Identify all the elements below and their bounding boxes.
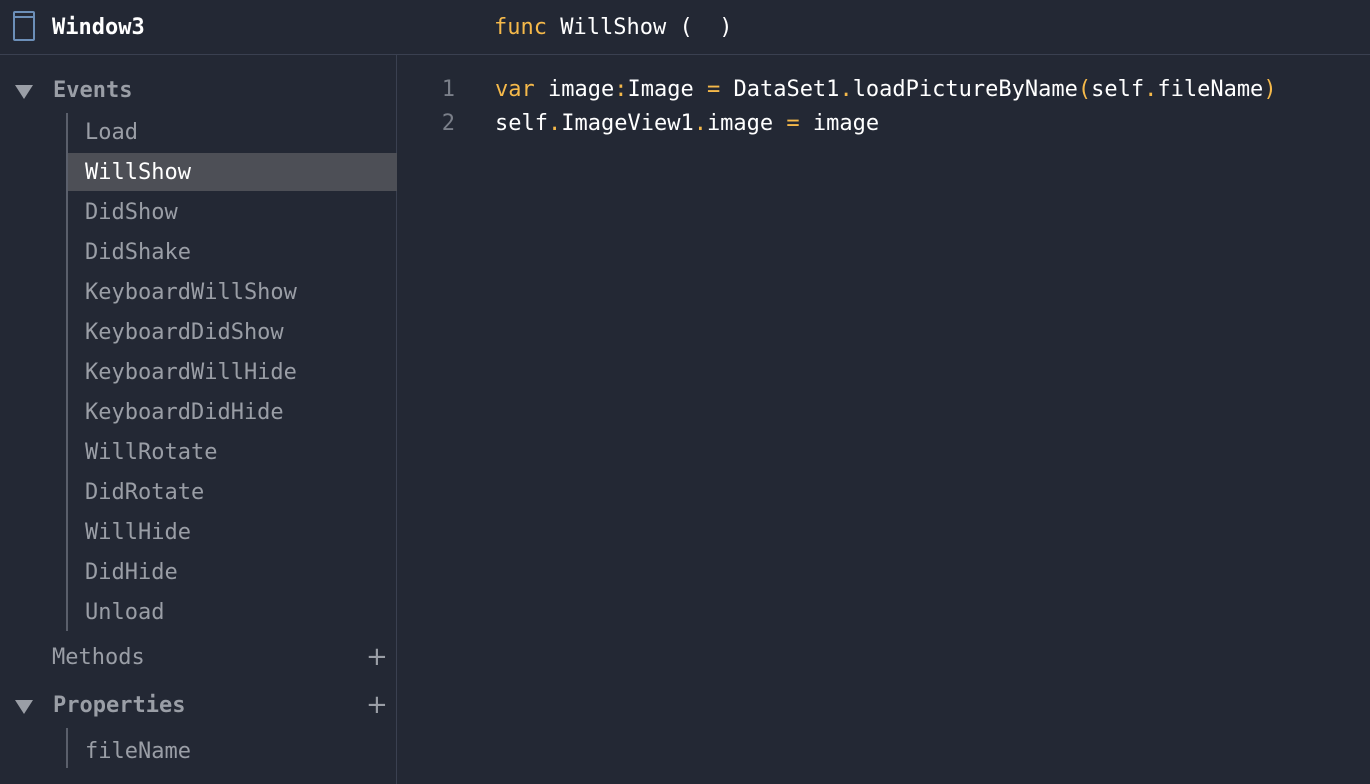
code-token: image (706, 111, 787, 136)
event-item-label: KeyboardWillHide (85, 360, 297, 385)
code-token: . (693, 111, 707, 136)
code-token: : (614, 77, 628, 102)
event-item[interactable]: DidShow (68, 193, 397, 231)
code-text: var image:Image = DataSet1.loadPictureBy… (495, 73, 1277, 107)
code-token: image (534, 77, 615, 102)
func-name: WillShow (560, 15, 667, 40)
code-token: self (495, 111, 548, 136)
event-item[interactable]: DidHide (68, 553, 397, 591)
properties-section-label: Properties (53, 693, 186, 718)
code-token: Image (627, 77, 707, 102)
event-item-label: Load (85, 120, 138, 145)
code-token: = (786, 111, 800, 136)
event-item[interactable]: Unload (68, 593, 397, 631)
event-item-label: DidShake (85, 240, 191, 265)
editor-header: Window3 func WillShow ( ) (0, 0, 1370, 55)
event-item[interactable]: DidRotate (68, 473, 397, 511)
event-item[interactable]: KeyboardWillShow (68, 273, 397, 311)
func-open-paren: ( (679, 15, 693, 40)
event-item[interactable]: DidShake (68, 233, 397, 271)
code-line[interactable]: 2 self.ImageView1.image = image (397, 107, 1370, 141)
event-item[interactable]: Load (68, 113, 397, 151)
property-item-label: fileName (85, 739, 191, 764)
code-token: . (547, 111, 562, 136)
properties-section-header[interactable]: Properties + (0, 688, 397, 724)
code-text: self.ImageView1.image = image (495, 107, 879, 141)
event-item[interactable]: KeyboardDidShow (68, 313, 397, 351)
add-method-plus-icon[interactable]: + (366, 640, 388, 674)
func-close-paren: ) (719, 15, 733, 40)
methods-section-label: Methods (52, 645, 145, 670)
event-item-label: DidShow (85, 200, 178, 225)
event-item[interactable]: WillShow (68, 153, 397, 191)
func-keyword: func (494, 15, 547, 40)
event-item-label: WillHide (85, 520, 191, 545)
code-token: self (1091, 77, 1145, 102)
events-section-header[interactable]: Events (0, 73, 397, 109)
event-item-label: Unload (85, 600, 165, 625)
event-item[interactable]: WillRotate (68, 433, 397, 471)
code-token: ImageView1 (561, 111, 694, 136)
code-token: DataSet1 (720, 77, 840, 102)
line-number: 2 (441, 111, 455, 136)
function-signature: func WillShow ( ) (494, 14, 732, 42)
code-token: fileName (1157, 77, 1264, 102)
event-item-label: KeyboardWillShow (85, 280, 297, 305)
code-token: = (706, 77, 721, 102)
sidebar: Events Load WillShow DidShow DidShake Keyboa… (0, 55, 397, 784)
event-item[interactable]: KeyboardWillHide (68, 353, 397, 391)
code-editor[interactable]: 1 var image:Image = DataSet1.loadPictureB… (397, 55, 1370, 784)
property-item[interactable]: fileName (68, 732, 397, 770)
event-item[interactable]: KeyboardDidHide (68, 393, 397, 431)
window-title: Window3 (52, 15, 145, 40)
code-token: . (1144, 77, 1158, 102)
code-line[interactable]: 1 var image:Image = DataSet1.loadPictureB… (397, 73, 1370, 107)
event-item-label: DidRotate (85, 480, 205, 505)
window-icon (13, 11, 35, 41)
event-item-label: DidHide (85, 560, 178, 585)
event-item[interactable]: WillHide (68, 513, 397, 551)
event-item-label: WillShow (85, 160, 191, 185)
expand-triangle-icon[interactable] (15, 700, 33, 714)
event-item-label: WillRotate (85, 440, 218, 465)
line-number: 1 (441, 77, 455, 102)
code-token: ) (1263, 77, 1277, 102)
code-token: loadPictureByName (852, 77, 1078, 102)
code-token: var (495, 77, 535, 102)
code-token: image (799, 111, 880, 136)
code-token: . (839, 77, 853, 102)
events-section-label: Events (53, 78, 133, 103)
event-item-label: KeyboardDidShow (85, 320, 284, 345)
expand-triangle-icon[interactable] (15, 85, 33, 99)
event-item-label: KeyboardDidHide (85, 400, 284, 425)
methods-section-header[interactable]: Methods + (0, 640, 397, 676)
add-property-plus-icon[interactable]: + (366, 688, 388, 722)
code-token: ( (1077, 77, 1092, 102)
